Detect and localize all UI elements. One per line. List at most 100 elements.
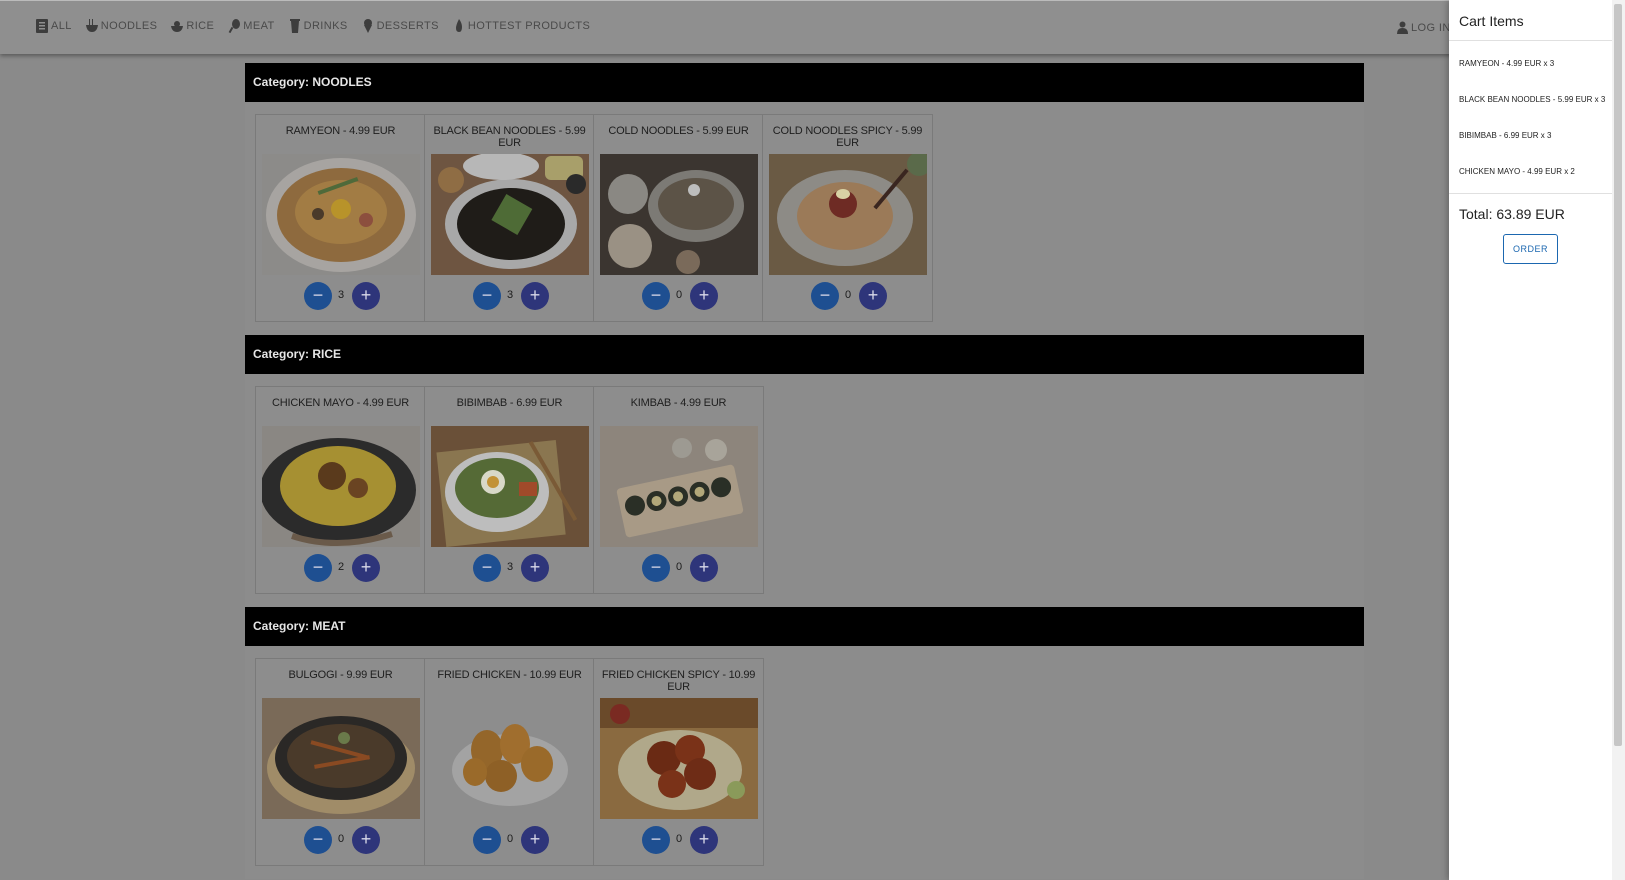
nav-label: DRINKS [303,20,348,32]
ramyeon-image [262,154,420,275]
increase-button[interactable]: + [690,826,718,854]
quantity-stepper: − 0 + [256,826,425,856]
drumstick-icon [228,19,241,33]
product-image-fried-chicken-spicy [600,698,758,819]
increase-button[interactable]: + [690,282,718,310]
nav-item-noodles[interactable]: NOODLES [85,19,158,33]
product-image-bulgogi [262,698,420,819]
order-button[interactable]: ORDER [1503,234,1558,264]
login-button[interactable]: LOG IN [1397,21,1451,34]
product-title: KIMBAB - 4.99 EUR [630,397,727,409]
product-title: COLD NOODLES SPICY - 5.99 EUR [772,125,923,149]
category-rice: Category: RICE CHICKEN MAYO - 4.99 EUR −… [245,335,1364,607]
fire-icon [455,19,462,32]
nav-item-rice[interactable]: RICE [171,19,214,33]
increase-button[interactable]: + [352,826,380,854]
top-navbar: ALL NOODLES RICE MEAT DRINKS DESSERTS HO… [0,0,1625,54]
divider [1449,40,1612,41]
increase-button[interactable]: + [521,282,549,310]
product-image-kimbab [600,426,758,547]
product-card: CHICKEN MAYO - 4.99 EUR − 2 + [255,386,426,594]
bulgogi-image [262,698,420,819]
nav-label: DESSERTS [376,20,439,32]
cart-item: BLACK BEAN NOODLES - 5.99 EUR x 3 [1459,95,1606,104]
product-image-ramyeon [262,154,420,275]
quantity-stepper: − 0 + [594,554,763,584]
product-image-bibimbab [431,426,589,547]
product-card: COLD NOODLES - 5.99 EUR − 0 + [593,114,764,322]
product-card: COLD NOODLES SPICY - 5.99 EUR − 0 + [762,114,933,322]
category-header: Category: MEAT [245,607,1364,646]
quantity-stepper: − 0 + [763,282,932,312]
black-bean-noodles-image [431,154,589,275]
nav-item-desserts[interactable]: DESSERTS [362,19,439,33]
cart-item: CHICKEN MAYO - 4.99 EUR x 2 [1459,167,1575,176]
product-card: BLACK BEAN NOODLES - 5.99 EUR − 3 + [424,114,595,322]
quantity-stepper: − 0 + [425,826,594,856]
product-card: FRIED CHICKEN - 10.99 EUR − 0 + [424,658,595,866]
category-products: RAMYEON - 4.99 EUR − 3 + BLACK BEAN NOOD… [245,102,1364,335]
product-catalog: Category: NOODLES RAMYEON - 4.99 EUR − 3… [245,63,1364,879]
product-card: BULGOGI - 9.99 EUR − 0 + [255,658,426,866]
increase-button[interactable]: + [521,826,549,854]
category-products: BULGOGI - 9.99 EUR − 0 + FRIED CHICKEN -… [245,646,1364,879]
category-header: Category: NOODLES [245,63,1364,102]
product-title: FRIED CHICKEN SPICY - 10.99 EUR [601,669,756,693]
increase-button[interactable]: + [521,554,549,582]
nav-item-all[interactable]: ALL [36,19,72,33]
kimbab-image [600,426,758,547]
nav-item-hottest-products[interactable]: HOTTEST PRODUCTS [453,19,590,33]
category-header: Category: RICE [245,335,1364,374]
user-icon [1397,21,1408,34]
cold-noodles-image [600,154,758,275]
product-image-black-bean-noodles [431,154,589,275]
nav-label: RICE [186,20,215,32]
category-noodles: Category: NOODLES RAMYEON - 4.99 EUR − 3… [245,63,1364,335]
quantity-stepper: − 0 + [594,826,763,856]
product-title: BIBIMBAB - 6.99 EUR [456,397,563,409]
product-card: KIMBAB - 4.99 EUR − 0 + [593,386,764,594]
increase-button[interactable]: + [690,554,718,582]
fried-chicken-spicy-image [600,698,758,819]
nav-item-drinks[interactable]: DRINKS [289,19,348,33]
cart-item: BIBIMBAB - 6.99 EUR x 3 [1459,131,1552,140]
product-image-cold-noodles-spicy [769,154,927,275]
scrollbar-thumb[interactable] [1614,4,1622,746]
quantity-stepper: − 3 + [256,282,425,312]
rice-bowl-icon [171,21,184,32]
product-card: RAMYEON - 4.99 EUR − 3 + [255,114,426,322]
nav-label: NOODLES [100,20,158,32]
quantity-stepper: − 2 + [256,554,425,584]
noodle-bowl-icon [85,19,98,32]
quantity-stepper: − 3 + [425,554,594,584]
product-image-cold-noodles [600,154,758,275]
chicken-mayo-image [262,426,420,547]
menu-book-icon [36,19,48,33]
category-meat: Category: MEAT BULGOGI - 9.99 EUR − 0 + … [245,607,1364,879]
product-title: COLD NOODLES - 5.99 EUR [608,125,749,137]
quantity-stepper: − 3 + [425,282,594,312]
fried-chicken-image [431,698,589,819]
cold-noodles-spicy-image [769,154,927,275]
increase-button[interactable]: + [352,282,380,310]
cup-icon [289,19,300,33]
increase-button[interactable]: + [352,554,380,582]
nav-label: ALL [51,20,72,32]
product-title: BULGOGI - 9.99 EUR [288,669,393,681]
cart-total: Total: 63.89 EUR [1459,206,1565,222]
product-title: FRIED CHICKEN - 10.99 EUR [437,669,582,681]
nav-item-meat[interactable]: MEAT [228,19,274,33]
nav-label: HOTTEST PRODUCTS [467,20,591,32]
product-title: CHICKEN MAYO - 4.99 EUR [271,397,409,409]
nav-label: MEAT [243,20,275,32]
category-nav: ALL NOODLES RICE MEAT DRINKS DESSERTS HO… [36,19,590,33]
product-card: BIBIMBAB - 6.99 EUR − 3 + [424,386,595,594]
cart-items-list: RAMYEON - 4.99 EUR x 3 BLACK BEAN NOODLE… [1459,58,1605,202]
product-card: FRIED CHICKEN SPICY - 10.99 EUR − 0 + [593,658,764,866]
cart-sidebar: Cart Items RAMYEON - 4.99 EUR x 3 BLACK … [1449,0,1612,880]
increase-button[interactable]: + [859,282,887,310]
login-label: LOG IN [1411,21,1451,34]
product-image-fried-chicken [431,698,589,819]
ice-cream-icon [363,19,372,33]
divider [1449,193,1612,194]
